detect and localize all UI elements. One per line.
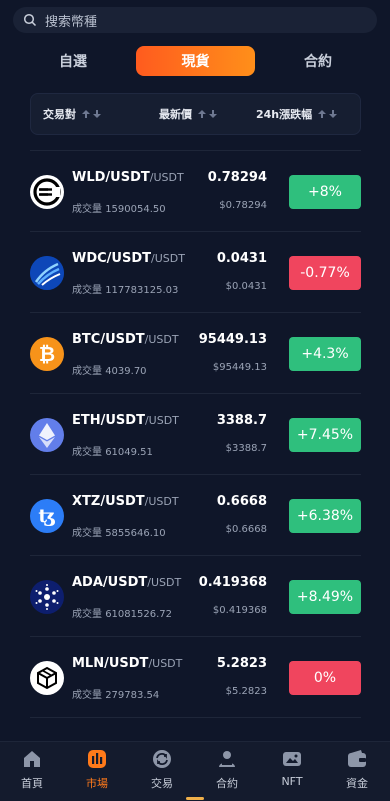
header-pair-label: 交易對 — [43, 108, 76, 121]
last-price: 0.78294 — [207, 170, 267, 185]
tab-favorites[interactable]: 自選 — [23, 46, 123, 76]
pair-name: ADA/USDT/USDT — [72, 575, 182, 590]
sort-by-change[interactable]: 24h漲跌幅 — [256, 94, 338, 134]
sort-arrows-icon — [198, 110, 217, 118]
change-badge: +7.45% — [289, 418, 361, 452]
volume: 成交量 1590054.50 — [72, 204, 166, 215]
sort-arrows-icon — [318, 110, 338, 118]
market-tabs: 自選 現貨 合約 — [0, 46, 390, 76]
change-badge: +4.3% — [289, 337, 361, 371]
last-price: 0.0431 — [216, 251, 267, 266]
table-row[interactable]: WDC/USDT/USDT 成交量 117783125.03 0.0431 $0… — [30, 231, 361, 311]
nav-contract[interactable]: 合約 — [197, 748, 257, 796]
ethereum-icon — [30, 418, 64, 452]
nav-home[interactable]: 首頁 — [2, 748, 62, 796]
bitcoin-icon: ₿ — [30, 337, 64, 371]
sort-by-price[interactable]: 最新價 — [159, 94, 217, 134]
search-bar[interactable]: 搜索幣種 — [13, 7, 377, 33]
nav-market[interactable]: 市場 — [67, 748, 127, 796]
usd-price: $0.78294 — [219, 200, 267, 211]
nft-icon — [281, 748, 303, 770]
header-change-label: 24h漲跌幅 — [256, 108, 313, 121]
pair-name: MLN/USDT/USDT — [72, 656, 183, 671]
table-row[interactable]: ₿ BTC/USDT/USDT 成交量 4039.70 95449.13 $95… — [30, 312, 361, 392]
usd-price: $0.6668 — [225, 524, 267, 535]
last-price: 95449.13 — [198, 332, 267, 347]
melon-icon — [30, 661, 64, 695]
search-icon — [23, 13, 37, 27]
usd-price: $5.2823 — [225, 686, 267, 697]
nav-trade[interactable]: 交易 — [132, 748, 192, 796]
volume: 成交量 4039.70 — [72, 366, 147, 377]
sort-arrows-icon — [82, 110, 101, 118]
cardano-icon — [30, 580, 64, 614]
table-row[interactable]: ETH/USDT/USDT 成交量 61049.51 3388.7 $3388.… — [30, 393, 361, 473]
pair-name: WDC/USDT/USDT — [72, 251, 185, 266]
worldcoin-icon — [30, 175, 64, 209]
change-badge: -0.77% — [289, 256, 361, 290]
home-indicator — [186, 797, 204, 800]
usd-price: $95449.13 — [212, 362, 267, 373]
contract-icon — [216, 748, 238, 770]
pair-name: ETH/USDT/USDT — [72, 413, 179, 428]
pair-name: XTZ/USDT/USDT — [72, 494, 179, 509]
change-badge: 0% — [289, 661, 361, 695]
volume: 成交量 61049.51 — [72, 447, 153, 458]
last-price: 0.419368 — [198, 575, 267, 590]
change-badge: +6.38% — [289, 499, 361, 533]
last-price: 3388.7 — [216, 413, 267, 428]
last-price: 0.6668 — [216, 494, 267, 509]
wdc-icon — [30, 256, 64, 290]
volume: 成交量 61081526.72 — [72, 609, 172, 620]
market-icon — [86, 748, 108, 770]
tab-spot[interactable]: 現貨 — [136, 46, 255, 76]
tezos-icon: ꜩ — [30, 499, 64, 533]
sort-by-pair[interactable]: 交易對 — [43, 94, 101, 134]
table-row[interactable]: MLN/USDT/USDT 成交量 279783.54 5.2823 $5.28… — [30, 636, 361, 716]
table-row[interactable]: ADA/USDT/USDT 成交量 61081526.72 0.419368 $… — [30, 555, 361, 635]
search-input[interactable]: 搜索幣種 — [45, 11, 97, 30]
wallet-icon — [346, 748, 368, 770]
volume: 成交量 117783125.03 — [72, 285, 179, 296]
last-price: 5.2823 — [216, 656, 267, 671]
usd-price: $0.0431 — [225, 281, 267, 292]
home-icon — [21, 748, 43, 770]
change-badge: +8% — [289, 175, 361, 209]
pair-name: WLD/USDT/USDT — [72, 170, 184, 185]
list-header: 交易對 最新價 24h漲跌幅 — [30, 93, 361, 135]
trade-icon — [151, 748, 173, 770]
nav-wallet[interactable]: 資金 — [327, 748, 387, 796]
volume: 成交量 279783.54 — [72, 690, 160, 701]
table-row[interactable]: WLD/USDT/USDT 成交量 1590054.50 0.78294 $0.… — [30, 150, 361, 230]
volume: 成交量 5855646.10 — [72, 528, 166, 539]
nav-nft[interactable]: NFT — [262, 748, 322, 796]
tab-contract[interactable]: 合約 — [268, 46, 368, 76]
pair-name: BTC/USDT/USDT — [72, 332, 179, 347]
table-row[interactable]: ꜩ XTZ/USDT/USDT 成交量 5855646.10 0.6668 $0… — [30, 474, 361, 554]
header-price-label: 最新價 — [159, 108, 192, 121]
usd-price: $0.419368 — [212, 605, 267, 616]
usd-price: $3388.7 — [225, 443, 267, 454]
bottom-nav: 首頁 市場 交易 合約 NFT 資金 — [0, 741, 390, 801]
change-badge: +8.49% — [289, 580, 361, 614]
